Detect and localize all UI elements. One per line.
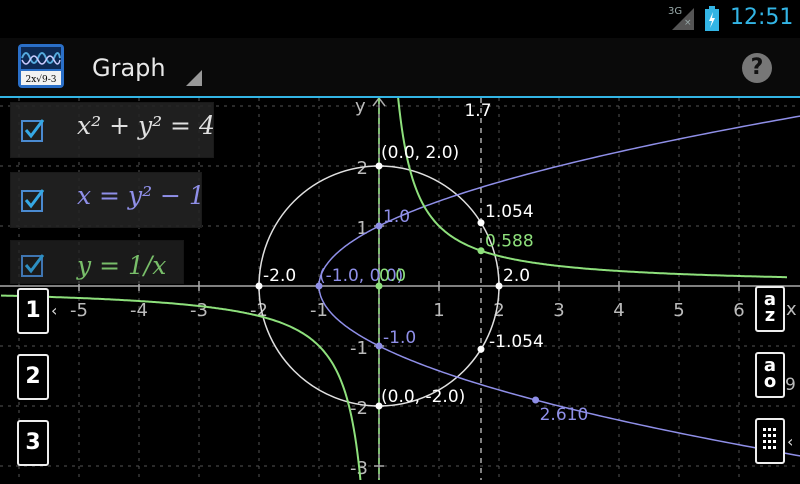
point-marker — [375, 222, 383, 230]
equation-row-2[interactable]: x = y² − 1 — [10, 172, 205, 228]
trace-value-label: 1.7 — [464, 101, 491, 121]
equation-row-3[interactable]: y = 1/x — [10, 240, 184, 284]
chevron-left-icon: ‹ — [51, 301, 58, 320]
point-marker — [477, 219, 485, 227]
y-tick-label: -1 — [350, 338, 368, 359]
point-label: 2.610 — [540, 405, 589, 425]
svg-text:2x√9-3: 2x√9-3 — [25, 74, 56, 85]
checkbox-icon[interactable] — [21, 188, 45, 212]
screen-title[interactable]: Graph — [92, 54, 166, 82]
slot-label: 2 — [25, 364, 41, 389]
point-label: -2.0 — [263, 266, 296, 286]
app-logo-icon[interactable]: 2x√9-3 — [18, 44, 64, 88]
keypad-icon — [763, 428, 776, 449]
y-tick-label: -2 — [350, 398, 368, 419]
keypad-button[interactable] — [755, 418, 785, 464]
slot-1-button[interactable]: 1 ‹ — [17, 288, 57, 334]
slot-2-button[interactable]: 2 — [17, 354, 49, 400]
point-label: 2.0 — [503, 266, 530, 286]
x-tick-label: -5 — [70, 300, 88, 321]
equation-row-1[interactable]: x² + y² = 4 — [10, 102, 215, 158]
x-tick-label: 1 — [433, 300, 444, 321]
point-label: 1.0 — [383, 207, 410, 227]
slot-label: 3 — [25, 430, 41, 455]
checkbox-icon[interactable] — [21, 253, 45, 277]
graph-area[interactable]: y x -5 -4 -3 -2 -1 1 2 3 4 5 6 -3 -2 -1 1 2 1.7 (0.0, 2.0)(… — [0, 85, 800, 484]
slot-3-button[interactable]: 3 — [17, 420, 49, 466]
equation-label: x = y² − 1 — [77, 181, 205, 210]
x-tick-label: -3 — [190, 300, 208, 321]
x-tick-label: 4 — [613, 300, 624, 321]
point-marker — [477, 247, 485, 255]
x-tick-label: -4 — [130, 300, 148, 321]
hyperbola-curve-right — [396, 85, 787, 279]
status-clock: 12:51 — [730, 5, 794, 30]
point-label: 1.054 — [485, 202, 534, 222]
point-marker — [375, 162, 383, 170]
chevron-left-icon[interactable]: ‹ — [787, 432, 793, 451]
point-label: -1.054 — [489, 332, 544, 352]
x-tick-label: -1 — [310, 300, 328, 321]
point-marker — [255, 282, 263, 290]
action-bar: 2x√9-3 Graph ? — [0, 38, 800, 98]
point-label: (0.0, -2.0) — [381, 387, 465, 407]
point-label: -1.0 — [383, 328, 416, 348]
point-marker — [375, 342, 383, 350]
slot-label: 1 — [25, 298, 41, 323]
x-axis-label: x — [786, 299, 797, 320]
y-axis-label: y — [355, 98, 366, 117]
checkbox-icon[interactable] — [21, 118, 45, 142]
no-data-flag: × — [684, 18, 692, 28]
help-button[interactable]: ? — [742, 53, 772, 83]
ao-toggle-button[interactable]: ao — [755, 352, 785, 398]
equation-label: x² + y² = 4 — [77, 111, 215, 140]
battery-icon — [705, 6, 719, 31]
status-bar: 3G × 12:51 — [0, 0, 800, 38]
point-label: (0.0, 2.0) — [381, 143, 459, 163]
x-tick-label: 3 — [553, 300, 564, 321]
point-marker — [477, 345, 485, 353]
dropdown-triangle-icon[interactable] — [186, 70, 202, 86]
az-toggle-button[interactable]: az — [755, 286, 785, 332]
point-marker — [532, 396, 540, 404]
point-marker — [495, 282, 503, 290]
equation-label: y = 1/x — [77, 251, 167, 280]
point-label: 0.588 — [485, 232, 534, 252]
point-label: 0.0 — [379, 266, 406, 286]
edge-tick-label: 9 — [785, 375, 796, 395]
x-tick-label: 6 — [733, 300, 744, 321]
x-tick-label: 5 — [673, 300, 684, 321]
